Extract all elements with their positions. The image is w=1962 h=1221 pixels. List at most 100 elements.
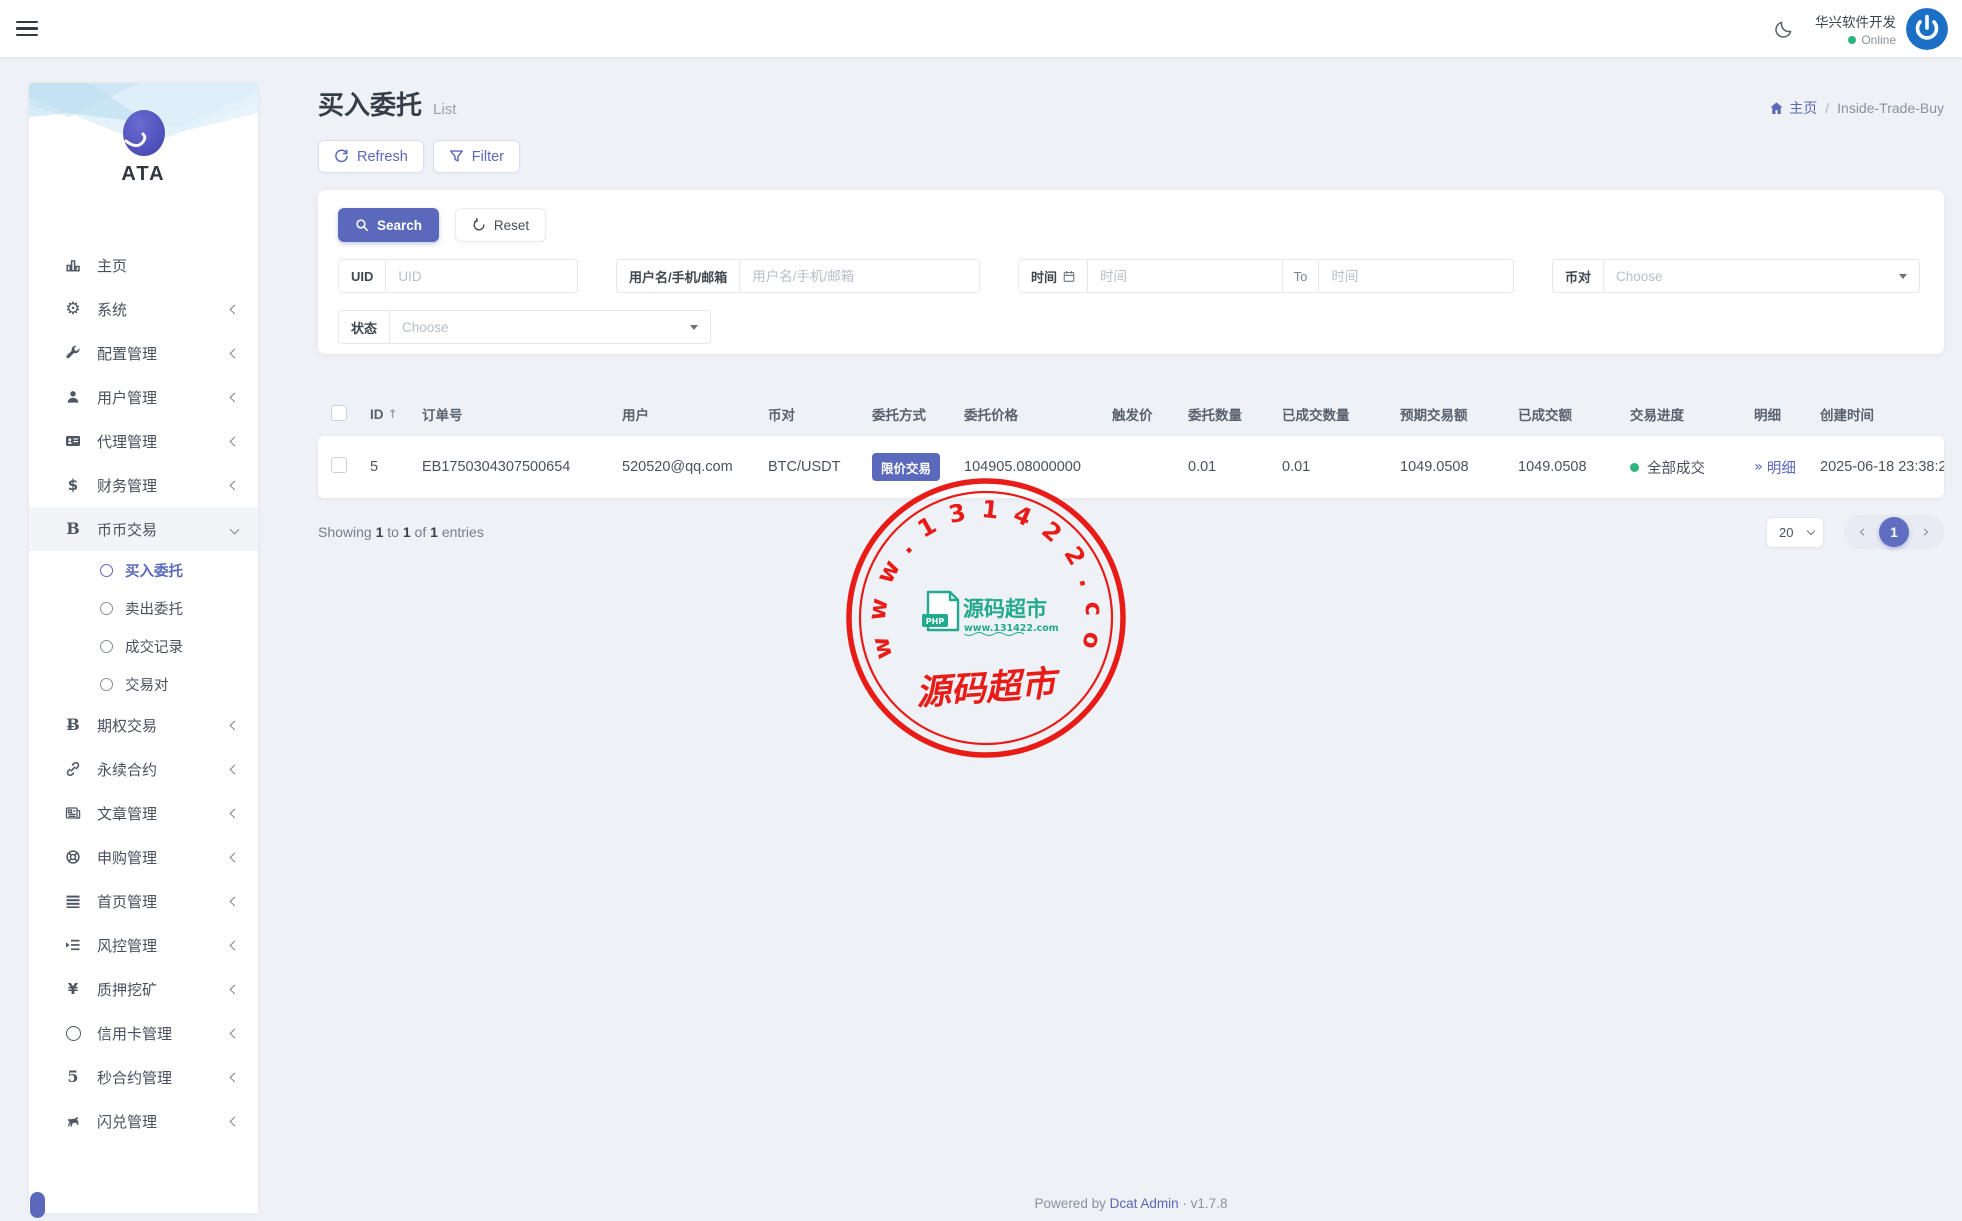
filter-button[interactable]: Filter	[432, 140, 521, 173]
user-icon	[62, 389, 84, 405]
circle-icon	[100, 677, 113, 691]
next-page-button[interactable]: ›	[1913, 519, 1939, 545]
page-1-button[interactable]: 1	[1879, 517, 1909, 547]
cell-pair: BTC/USDT	[768, 459, 841, 475]
list-indent-icon	[62, 937, 84, 953]
status-label: 状态	[339, 311, 391, 343]
sidebar-subitem-trade-pairs[interactable]: 交易对	[29, 665, 258, 703]
search-button[interactable]: Search	[338, 208, 440, 242]
column-amount: 委托数量	[1188, 408, 1242, 423]
dark-mode-toggle[interactable]	[1771, 16, 1797, 42]
uid-label: UID	[339, 260, 387, 292]
sidebar-item-staking[interactable]: ¥ 质押挖矿	[29, 967, 258, 1011]
page-subtitle: List	[433, 101, 457, 118]
chevron-left-icon	[229, 984, 240, 994]
column-id[interactable]: ID ↑	[362, 407, 414, 422]
refresh-icon	[334, 149, 349, 164]
chevron-left-icon	[229, 392, 240, 402]
cell-progress: 全部成交	[1622, 457, 1746, 478]
breadcrumb-home-link[interactable]: 主页	[1769, 98, 1817, 118]
top-navbar: 华兴软件开发 Online	[0, 0, 1962, 57]
sidebar-item-articles[interactable]: 文章管理	[29, 791, 258, 835]
moon-icon	[1774, 19, 1794, 39]
sidebar-item-credit-card[interactable]: 信用卡管理	[29, 1011, 258, 1055]
sidebar-item-risk-control[interactable]: 风控管理	[29, 923, 258, 967]
time-to-input[interactable]	[1319, 260, 1513, 292]
dollar-icon: $	[67, 475, 79, 494]
table-header: ID ↑ 订单号 用户 币对 委托方式 委托价格 触发价 委托数量 已成交数量 …	[318, 398, 1944, 430]
time-from-input[interactable]	[1088, 260, 1282, 292]
chevron-left-icon	[229, 480, 240, 490]
page-title: 买入委托	[318, 90, 423, 120]
row-checkbox[interactable]	[331, 457, 347, 473]
sidebar-subitem-trade-records[interactable]: 成交记录	[29, 627, 258, 665]
sidebar-item-config[interactable]: 配置管理	[29, 331, 258, 375]
sidebar-item-subscription[interactable]: 申购管理	[29, 835, 258, 879]
calendar-icon	[1063, 270, 1075, 283]
toolbar: Refresh Filter	[318, 140, 521, 173]
brand-area: ATA	[29, 83, 258, 241]
sidebar-scrollbar-thumb[interactable]	[30, 1192, 45, 1218]
newspaper-icon	[62, 805, 84, 821]
sidebar-subitem-buy-orders[interactable]: 买入委托	[29, 551, 258, 589]
sidebar-toggle-icon[interactable]	[16, 20, 38, 37]
chevron-left-icon	[229, 940, 240, 950]
reset-icon	[472, 218, 486, 232]
user-label: 用户名/手机/邮箱	[617, 260, 741, 292]
pair-field-group: 币对 Choose	[1552, 259, 1920, 293]
cell-price: 104905.08000000	[964, 459, 1081, 475]
baht-icon: Ƀ	[66, 715, 80, 734]
column-user: 用户	[622, 408, 649, 423]
circle-icon	[100, 563, 113, 577]
column-price: 委托价格	[964, 408, 1018, 423]
sidebar-item-options-trade[interactable]: Ƀ 期权交易	[29, 703, 258, 747]
page-header: 买入委托 List 主页 / Inside-Trade-Buy	[318, 85, 1944, 122]
pair-label: 币对	[1553, 260, 1605, 292]
per-page-select[interactable]: 20	[1766, 516, 1824, 548]
chevron-left-icon	[229, 808, 240, 818]
status-select[interactable]: Choose	[390, 311, 710, 343]
detail-link[interactable]: » 明细	[1754, 457, 1812, 478]
cell-filled-total: 1049.0508	[1518, 459, 1587, 475]
chevron-left-icon	[229, 1028, 240, 1038]
cell-order-no: EB1750304307500654	[422, 459, 571, 475]
time-label: 时间	[1019, 260, 1089, 292]
watermark-center-site: www.131422.com	[964, 623, 1059, 634]
filter-funnel-icon	[449, 149, 464, 164]
online-dot-icon	[1848, 35, 1857, 44]
sidebar-item-spot-trade[interactable]: B 币币交易	[29, 507, 258, 551]
prev-page-button[interactable]: ‹	[1849, 519, 1875, 545]
sidebar-item-homepage[interactable]: 首页管理	[29, 879, 258, 923]
caret-down-icon	[690, 324, 698, 330]
sidebar-item-users[interactable]: 用户管理	[29, 375, 258, 419]
sidebar: ATA 主页 ⚙ 系统 配置管理 用户管理 代理管理 $ 财务管理 B 币币交易…	[29, 83, 258, 1213]
sidebar-item-system[interactable]: ⚙ 系统	[29, 287, 258, 331]
dcat-admin-link[interactable]: Dcat Admin	[1110, 1196, 1179, 1211]
sidebar-item-home[interactable]: 主页	[29, 243, 258, 287]
sidebar-item-finance[interactable]: $ 财务管理	[29, 463, 258, 507]
column-detail: 明细	[1754, 408, 1781, 423]
pair-select[interactable]: Choose	[1604, 260, 1919, 292]
sidebar-item-second-contract[interactable]: 5 秒合约管理	[29, 1055, 258, 1099]
table-footer: Showing 1 to 1 of 1 entries 20 ‹ 1 ›	[318, 512, 1944, 552]
sidebar-item-perpetual[interactable]: 永续合约	[29, 747, 258, 791]
column-mode: 委托方式	[872, 408, 926, 423]
double-arrow-icon: »	[1754, 459, 1763, 475]
sidebar-subitem-sell-orders[interactable]: 卖出委托	[29, 589, 258, 627]
reset-button[interactable]: Reset	[454, 208, 547, 242]
php-file-icon: PHP	[922, 590, 960, 632]
refresh-button[interactable]: Refresh	[318, 140, 424, 173]
user-input[interactable]	[740, 260, 979, 292]
avatar[interactable]	[1906, 7, 1948, 50]
user-menu[interactable]: 华兴软件开发 Online	[1815, 7, 1948, 50]
uid-input[interactable]	[386, 260, 577, 292]
sidebar-item-agents[interactable]: 代理管理	[29, 419, 258, 463]
progress-dot-icon	[1630, 462, 1639, 472]
cell-user: 520520@qq.com	[622, 459, 733, 475]
mode-badge: 限价交易	[872, 453, 941, 481]
chevron-down-icon	[1806, 526, 1816, 535]
sidebar-item-flash-exchange[interactable]: 闪兑管理	[29, 1099, 258, 1143]
sort-asc-icon[interactable]: ↑	[388, 407, 398, 421]
spot-trade-submenu: 买入委托 卖出委托 成交记录 交易对	[29, 551, 258, 703]
select-all-checkbox[interactable]	[331, 404, 347, 421]
